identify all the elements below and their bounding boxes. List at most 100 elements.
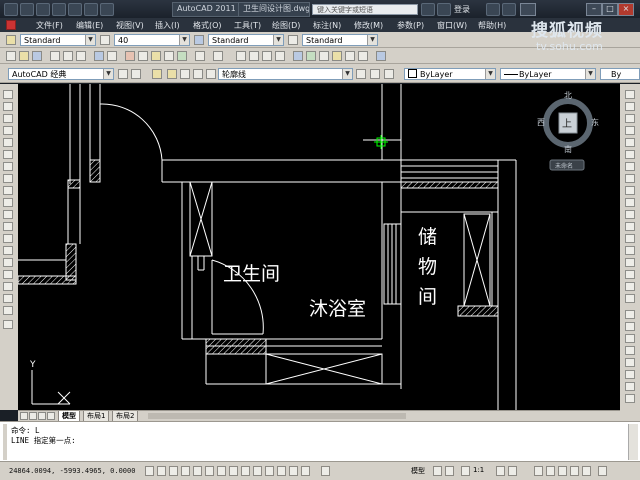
cursor-coordinates[interactable]: 24864.0094, -5993.4965, 0.0000	[9, 467, 135, 475]
menu-dimension[interactable]: 标注(N)	[313, 20, 341, 31]
lock-icon[interactable]	[193, 69, 203, 79]
erase-icon[interactable]	[625, 90, 635, 99]
command-scrollbar[interactable]	[628, 424, 638, 460]
exchange-icon[interactable]	[486, 3, 500, 16]
layer-previous-icon[interactable]	[370, 69, 380, 79]
quick-open-icon[interactable]	[36, 3, 50, 16]
qnew-icon[interactable]	[6, 51, 16, 61]
menu-window[interactable]: 窗口(W)	[437, 20, 467, 31]
workspace-settings-icon[interactable]	[118, 69, 128, 79]
hardware-acceleration-icon[interactable]	[558, 466, 567, 476]
maximize-button[interactable]: □	[602, 3, 618, 16]
undo-icon[interactable]	[195, 51, 205, 61]
draw-order-icon[interactable]	[625, 310, 635, 319]
first-tab-icon[interactable]	[20, 412, 28, 420]
quick-new-icon[interactable]	[20, 3, 34, 16]
annotation-visibility-icon[interactable]	[496, 466, 505, 476]
ortho-mode-icon[interactable]	[181, 466, 190, 476]
paste-icon[interactable]	[151, 51, 161, 61]
viewcube-south[interactable]: 南	[564, 144, 572, 155]
make-current-layer-icon[interactable]	[356, 69, 366, 79]
text-style-icon[interactable]	[6, 35, 16, 45]
redo-icon[interactable]	[213, 51, 223, 61]
hatch-back-icon[interactable]	[625, 394, 635, 403]
zoom-realtime-icon[interactable]	[249, 51, 259, 61]
revision-cloud-icon[interactable]	[3, 174, 13, 183]
lineweight-icon[interactable]	[265, 466, 274, 476]
quickcalc-icon[interactable]	[358, 51, 368, 61]
viewcube-east[interactable]: 东	[591, 117, 599, 128]
open-folder-icon[interactable]	[19, 51, 29, 61]
multiline-text-icon[interactable]	[3, 306, 13, 315]
autocad-app-icon[interactable]	[6, 20, 16, 30]
help-button-icon[interactable]	[376, 51, 386, 61]
table-icon[interactable]	[3, 294, 13, 303]
text-front-icon[interactable]	[625, 370, 635, 379]
ellipse-arc-icon[interactable]	[3, 210, 13, 219]
wcs-menu[interactable]: 未命名	[555, 161, 573, 170]
app-menu-icon[interactable]	[4, 3, 18, 16]
status-menu-icon[interactable]	[582, 466, 591, 476]
move-icon[interactable]	[625, 150, 635, 159]
layer-color-icon[interactable]	[206, 69, 216, 79]
model-space-label[interactable]: 模型	[411, 466, 425, 476]
break-at-point-icon[interactable]	[625, 222, 635, 231]
array-icon[interactable]	[625, 138, 635, 147]
point-icon[interactable]	[3, 246, 13, 255]
polygon-icon[interactable]	[3, 126, 13, 135]
isolate-objects-icon[interactable]	[570, 466, 579, 476]
menu-modify[interactable]: 修改(M)	[354, 20, 383, 31]
dynamic-ucs-icon[interactable]	[241, 466, 250, 476]
polar-tracking-icon[interactable]	[193, 466, 202, 476]
snap-mode-icon[interactable]	[157, 466, 166, 476]
menu-tools[interactable]: 工具(T)	[234, 20, 261, 31]
lock-ui-icon[interactable]	[546, 466, 555, 476]
command-window[interactable]: 命令: L LINE 指定第一点:	[0, 421, 640, 461]
color-control-select[interactable]: ByLayer ▼	[404, 68, 496, 80]
viewcube-top-face[interactable]: 上	[562, 115, 572, 130]
quick-plot-icon[interactable]	[68, 3, 82, 16]
quick-save-icon[interactable]	[52, 3, 66, 16]
join-icon[interactable]	[625, 246, 635, 255]
menu-insert[interactable]: 插入(I)	[155, 20, 180, 31]
cut-icon[interactable]	[125, 51, 135, 61]
bring-above-icon[interactable]	[625, 346, 635, 355]
gradient-icon[interactable]	[3, 270, 13, 279]
properties-icon[interactable]	[293, 51, 303, 61]
auto-scale-icon[interactable]	[508, 466, 517, 476]
polyline-icon[interactable]	[3, 114, 13, 123]
linetype-control-select[interactable]: ByLayer ▼	[500, 68, 596, 80]
login-link[interactable]: 登录	[454, 4, 470, 15]
design-center-icon[interactable]	[306, 51, 316, 61]
pan-icon[interactable]	[236, 51, 246, 61]
quick-view-layouts-icon[interactable]	[433, 466, 442, 476]
next-tab-icon[interactable]	[38, 412, 46, 420]
table-style-select[interactable]: Standard ▼	[302, 34, 378, 46]
menu-draw[interactable]: 绘图(D)	[272, 20, 300, 31]
circle-icon[interactable]	[3, 162, 13, 171]
clean-screen-icon[interactable]	[598, 466, 607, 476]
lightbulb-icon[interactable]	[167, 69, 177, 79]
object-snap-tracking-icon[interactable]	[229, 466, 238, 476]
menu-file[interactable]: 文件(F)	[36, 20, 63, 31]
publish-icon[interactable]	[76, 51, 86, 61]
fillet-icon[interactable]	[625, 270, 635, 279]
send-back-icon[interactable]	[625, 334, 635, 343]
extend-icon[interactable]	[625, 210, 635, 219]
copy-icon[interactable]	[138, 51, 148, 61]
minimize-button[interactable]: –	[586, 3, 602, 16]
viewcube[interactable]	[543, 98, 593, 171]
dims-front-icon[interactable]	[625, 382, 635, 391]
add-selected-icon[interactable]	[3, 320, 13, 329]
ellipse-icon[interactable]	[3, 198, 13, 207]
help-search-input[interactable]: 键入关键字或短语	[312, 4, 418, 15]
tool-palettes-icon[interactable]	[319, 51, 329, 61]
viewcube-north[interactable]: 北	[564, 90, 572, 101]
blend-icon[interactable]	[625, 282, 635, 291]
quick-redo-icon[interactable]	[100, 3, 114, 16]
sheet-set-icon[interactable]	[332, 51, 342, 61]
table-style-icon[interactable]	[288, 35, 298, 45]
viewcube-west[interactable]: 西	[537, 117, 545, 128]
annotation-scale-icon[interactable]	[461, 466, 470, 476]
3d-print-icon[interactable]	[94, 51, 104, 61]
